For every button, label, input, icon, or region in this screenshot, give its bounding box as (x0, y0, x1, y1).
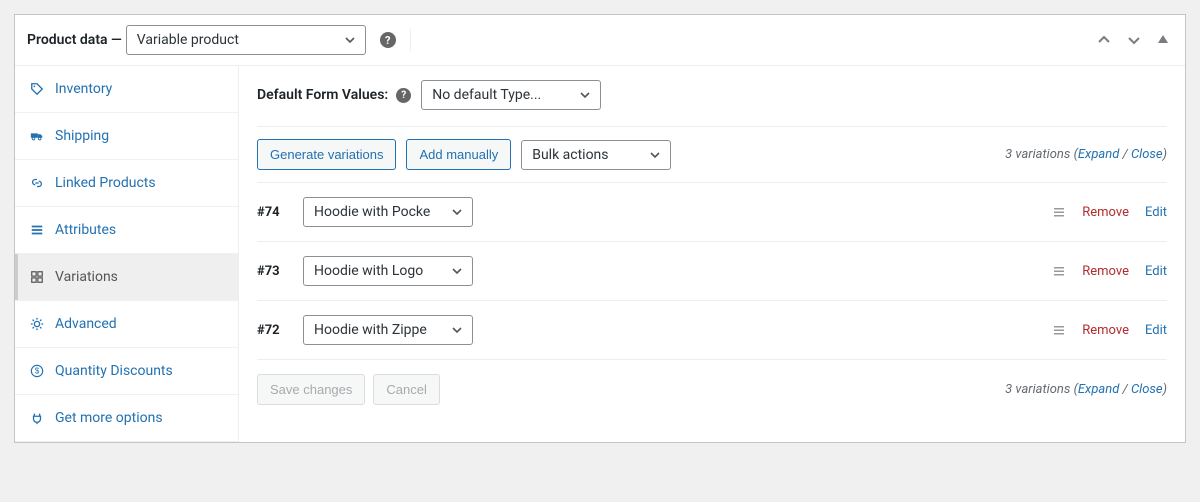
sidebar-item-label: Linked Products (55, 175, 156, 191)
save-changes-button[interactable]: Save changes (257, 374, 365, 405)
add-manually-button[interactable]: Add manually (406, 139, 511, 170)
dollar-icon: $ (29, 363, 45, 379)
panel-title: Product data — (27, 32, 122, 48)
edit-link[interactable]: Edit (1145, 323, 1167, 338)
variation-attribute-value[interactable]: Hoodie with Zippe (303, 315, 473, 345)
variation-row: #72 Hoodie with Zippe Remove Edit (257, 301, 1167, 360)
edit-link[interactable]: Edit (1145, 264, 1167, 279)
variations-toolbar: Generate variations Add manually Bulk ac… (257, 126, 1167, 183)
remove-link[interactable]: Remove (1082, 323, 1129, 338)
sidebar-item-inventory[interactable]: Inventory (15, 66, 238, 113)
svg-text:$: $ (35, 367, 40, 376)
help-icon[interactable]: ? (396, 88, 411, 103)
default-form-select[interactable]: No default Type... (421, 80, 601, 110)
gear-icon (29, 316, 45, 332)
variations-list: #74 Hoodie with Pocke Remove Edit #73 (257, 183, 1167, 360)
sidebar-item-label: Advanced (55, 316, 117, 332)
default-form-values-label: Default Form Values: (257, 87, 388, 103)
close-link[interactable]: Close (1131, 382, 1163, 397)
variation-row: #74 Hoodie with Pocke Remove Edit (257, 183, 1167, 242)
divider (410, 29, 411, 51)
edit-link[interactable]: Edit (1145, 205, 1167, 220)
default-form-select-value[interactable]: No default Type... (421, 80, 601, 110)
help-icon[interactable]: ? (380, 32, 396, 48)
variations-count-text: 3 variations (1005, 147, 1070, 162)
list-icon (29, 222, 45, 238)
panel-header-controls (1093, 29, 1173, 51)
variation-attribute-value[interactable]: Hoodie with Pocke (303, 197, 473, 227)
sidebar-item-label: Shipping (55, 128, 109, 144)
variation-id: #73 (257, 264, 293, 279)
product-type-select[interactable]: Variable product (126, 25, 366, 55)
variation-row: #73 Hoodie with Logo Remove Edit (257, 242, 1167, 301)
product-data-panel: Product data — Variable product ? (14, 14, 1186, 443)
sidebar-item-variations[interactable]: Variations (15, 254, 238, 301)
chevron-up-icon[interactable] (1093, 29, 1115, 51)
sidebar-item-label: Inventory (55, 81, 112, 97)
variations-count: 3 variations (Expand / Close) (1005, 147, 1167, 162)
variation-id: #72 (257, 323, 293, 338)
panel-title-dash: — (108, 32, 122, 48)
expand-link[interactable]: Expand (1078, 147, 1119, 162)
link-icon (29, 175, 45, 191)
tag-icon (29, 81, 45, 97)
bulk-actions-select-value[interactable]: Bulk actions (521, 140, 671, 170)
truck-icon (29, 128, 45, 144)
variation-attribute-select[interactable]: Hoodie with Pocke (303, 197, 473, 227)
remove-link[interactable]: Remove (1082, 205, 1129, 220)
generate-variations-button[interactable]: Generate variations (257, 139, 396, 170)
sidebar-item-label: Attributes (55, 222, 116, 238)
sidebar-item-quantity-discounts[interactable]: $ Quantity Discounts (15, 348, 238, 395)
drag-handle-icon[interactable] (1052, 205, 1066, 219)
grid-icon (29, 269, 45, 285)
expand-link[interactable]: Expand (1078, 382, 1119, 397)
chevron-down-icon[interactable] (1123, 29, 1145, 51)
cancel-button[interactable]: Cancel (373, 374, 439, 405)
sidebar-item-label: Variations (55, 269, 118, 285)
default-form-values-row: Default Form Values: ? No default Type..… (257, 80, 1167, 110)
sidebar-item-label: Get more options (55, 410, 163, 426)
close-link[interactable]: Close (1131, 147, 1163, 162)
drag-handle-icon[interactable] (1052, 323, 1066, 337)
panel-title-prefix: Product data (27, 32, 108, 48)
sidebar-item-linked-products[interactable]: Linked Products (15, 160, 238, 207)
variation-attribute-select[interactable]: Hoodie with Logo (303, 256, 473, 286)
sidebar-item-shipping[interactable]: Shipping (15, 113, 238, 160)
sidebar: Inventory Shipping Linked Products Attri… (15, 66, 239, 442)
plug-icon (29, 410, 45, 426)
variations-count-footer: 3 variations (Expand / Close) (1005, 382, 1167, 397)
variations-footer: Save changes Cancel 3 variations (Expand… (257, 360, 1167, 411)
main-content: Default Form Values: ? No default Type..… (239, 66, 1185, 442)
variations-count-text: 3 variations (1005, 382, 1070, 397)
variation-attribute-value[interactable]: Hoodie with Logo (303, 256, 473, 286)
collapse-triangle-icon[interactable] (1153, 29, 1173, 51)
sidebar-item-label: Quantity Discounts (55, 363, 173, 379)
variation-id: #74 (257, 205, 293, 220)
sidebar-item-advanced[interactable]: Advanced (15, 301, 238, 348)
sidebar-item-get-more-options[interactable]: Get more options (15, 395, 238, 442)
variation-attribute-select[interactable]: Hoodie with Zippe (303, 315, 473, 345)
product-type-select-value[interactable]: Variable product (126, 25, 366, 55)
remove-link[interactable]: Remove (1082, 264, 1129, 279)
bulk-actions-select[interactable]: Bulk actions (521, 140, 671, 170)
drag-handle-icon[interactable] (1052, 264, 1066, 278)
sidebar-item-attributes[interactable]: Attributes (15, 207, 238, 254)
panel-header: Product data — Variable product ? (15, 15, 1185, 66)
